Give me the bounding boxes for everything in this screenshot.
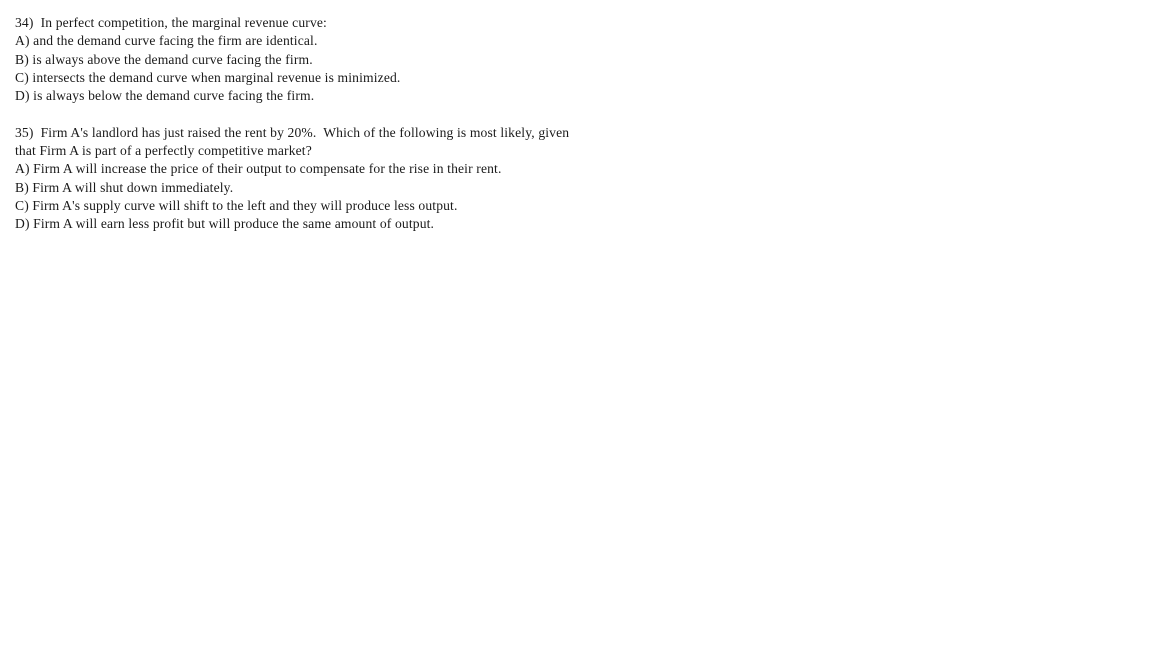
question-block-34: 34) In perfect competition, the marginal…	[15, 14, 1152, 105]
question-34-choice-c: C) intersects the demand curve when marg…	[15, 69, 401, 85]
question-35-choice-b: B) Firm A will shut down immediately.	[15, 179, 234, 195]
question-35-choice-c: C) Firm A's supply curve will shift to t…	[15, 197, 458, 213]
question-34-choice-a: A) and the demand curve facing the firm …	[15, 33, 318, 49]
question-34-choice-b: B) is always above the demand curve faci…	[15, 51, 313, 67]
question-34-stem-line-1: 34) In perfect competition, the marginal…	[15, 15, 327, 30]
question-35-choice-a: A) Firm A will increase the price of the…	[15, 161, 502, 177]
question-block-35: 35) Firm A's landlord has just raised th…	[15, 124, 1152, 234]
document-page: 34) In perfect competition, the marginal…	[0, 0, 1152, 648]
question-34-choice-d: D) is always below the demand curve faci…	[15, 88, 315, 104]
question-35-stem-line-2: that Firm A is part of a perfectly compe…	[15, 143, 312, 159]
question-35-choice-d: D) Firm A will earn less profit but will…	[15, 216, 435, 232]
question-35-stem-line-1: 35) Firm A's landlord has just raised th…	[15, 124, 570, 140]
